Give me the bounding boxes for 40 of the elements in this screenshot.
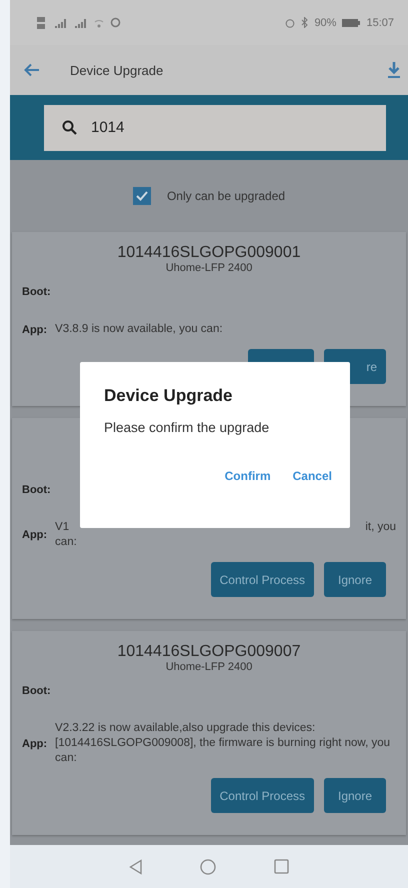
app-version-text: V1	[55, 520, 70, 535]
boot-label: Boot:	[22, 286, 52, 298]
dialog-title: Device Upgrade	[104, 386, 234, 406]
bluetooth-icon	[301, 17, 308, 28]
download-icon[interactable]	[388, 61, 400, 79]
app-label: App:	[22, 529, 48, 541]
search-icon	[62, 120, 77, 134]
boot-label: Boot:	[22, 484, 52, 496]
action-button[interactable]: Control Process	[210, 562, 314, 597]
signal-icon	[74, 18, 88, 28]
battery-icon	[342, 18, 360, 26]
page-title: Device Upgrade	[70, 62, 164, 78]
recents-nav-icon[interactable]	[274, 859, 290, 874]
home-nav-icon[interactable]	[200, 858, 216, 874]
app-version-text: V3.8.9 is now available, you can:	[55, 322, 224, 337]
back-nav-icon[interactable]	[128, 858, 143, 874]
dialog-message: Please confirm the upgrade	[104, 420, 270, 435]
app-version-text: it, you	[365, 520, 396, 535]
app-version-text: V2.3.22 is now available,also upgrade this devices: [1014416SLGOPG009008], the firmware is burning right now, you can:	[55, 721, 392, 766]
app-label: App:	[22, 324, 48, 336]
battery-percent: 90%	[314, 16, 336, 28]
action-button[interactable]: Ignore	[324, 778, 386, 813]
action-button[interactable]: Control Process	[210, 778, 314, 813]
app-label: App:	[22, 738, 48, 750]
status-time: 15:07	[366, 16, 394, 28]
back-arrow-icon[interactable]	[24, 63, 40, 77]
wifi-icon	[94, 18, 104, 28]
dialog-action[interactable]: Confirm	[224, 469, 271, 483]
filter-checkbox[interactable]	[132, 187, 151, 205]
signal-icon	[54, 18, 68, 28]
device-serial: 1014416SLGOPG009001	[116, 244, 302, 262]
device-model: Uhome-LFP 2400	[164, 262, 254, 274]
search-field[interactable]: 1014	[44, 104, 386, 150]
dialog-action[interactable]: Cancel	[292, 469, 332, 483]
filter-label: Only can be upgraded	[166, 189, 286, 203]
action-button[interactable]: Ignore	[324, 562, 386, 597]
boot-label: Boot:	[22, 685, 52, 697]
device-model: Uhome-LFP 2400	[164, 661, 254, 673]
device-serial: 1014416SLGOPG009007	[116, 643, 302, 661]
app-version-text: can:	[55, 535, 78, 550]
